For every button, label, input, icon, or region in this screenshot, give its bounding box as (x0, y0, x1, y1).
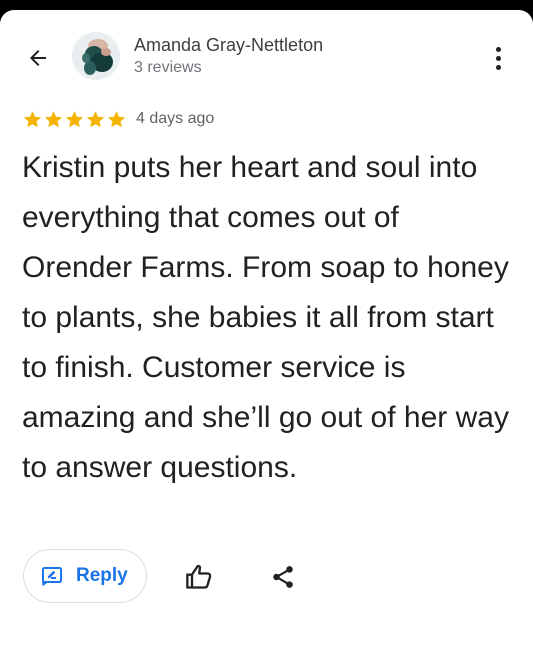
star-icon (23, 110, 42, 127)
share-button[interactable] (266, 560, 300, 594)
author-name[interactable]: Amanda Gray-Nettleton (134, 35, 323, 56)
share-icon (273, 566, 293, 588)
reply-label: Reply (76, 565, 128, 586)
back-button[interactable] (22, 42, 54, 74)
reply-icon (42, 567, 62, 586)
arrow-left-icon (30, 50, 46, 66)
thumbs-up-icon (186, 564, 212, 589)
more-options-button[interactable] (484, 42, 512, 74)
like-button[interactable] (182, 560, 216, 594)
review-date: 4 days ago (136, 110, 215, 127)
star-icon (107, 110, 126, 127)
review-count: 3 reviews (134, 59, 202, 76)
review-card: Amanda Gray-Nettleton 3 reviews 4 days a… (0, 10, 533, 650)
review-text: Kristin puts her heart and soul into eve… (22, 151, 509, 484)
avatar-image (72, 32, 120, 80)
star-icon (44, 110, 63, 127)
more-vertical-icon (495, 46, 501, 52)
rating-row: 4 days ago (22, 108, 214, 130)
reply-button[interactable]: Reply (23, 549, 147, 603)
star-icon (65, 110, 84, 127)
star-rating (22, 109, 127, 130)
avatar[interactable] (72, 32, 120, 80)
star-icon (86, 110, 105, 127)
